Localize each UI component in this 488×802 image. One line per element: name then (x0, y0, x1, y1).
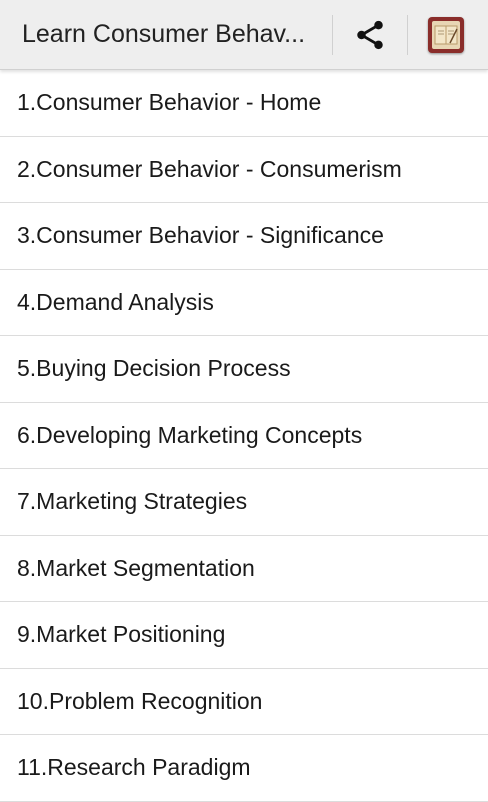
list-item-6[interactable]: 6.Developing Marketing Concepts (0, 403, 488, 469)
list-item-10[interactable]: 10.Problem Recognition (0, 669, 488, 735)
list-item-9[interactable]: 9.Market Positioning (0, 602, 488, 669)
list-item-5[interactable]: 5.Buying Decision Process (0, 336, 488, 403)
chapter-list: 1.Consumer Behavior - Home 2.Consumer Be… (0, 70, 488, 802)
app-title: Learn Consumer Behav... (22, 20, 306, 48)
list-item-1[interactable]: 1.Consumer Behavior - Home (0, 70, 488, 137)
list-item-4[interactable]: 4.Demand Analysis (0, 270, 488, 336)
list-item-3[interactable]: 3.Consumer Behavior - Significance (0, 203, 488, 270)
share-icon (357, 20, 383, 49)
list-item-7[interactable]: 7.Marketing Strategies (0, 469, 488, 536)
book-icon (428, 16, 464, 53)
app-bar: Learn Consumer Behav... (0, 0, 488, 70)
list-item-8[interactable]: 8.Market Segmentation (0, 536, 488, 602)
app-icon-button[interactable] (408, 0, 484, 70)
list-item-2[interactable]: 2.Consumer Behavior - Consumerism (0, 137, 488, 203)
list-item-11[interactable]: 11.Research Paradigm (0, 735, 488, 802)
share-button[interactable] (333, 0, 407, 70)
